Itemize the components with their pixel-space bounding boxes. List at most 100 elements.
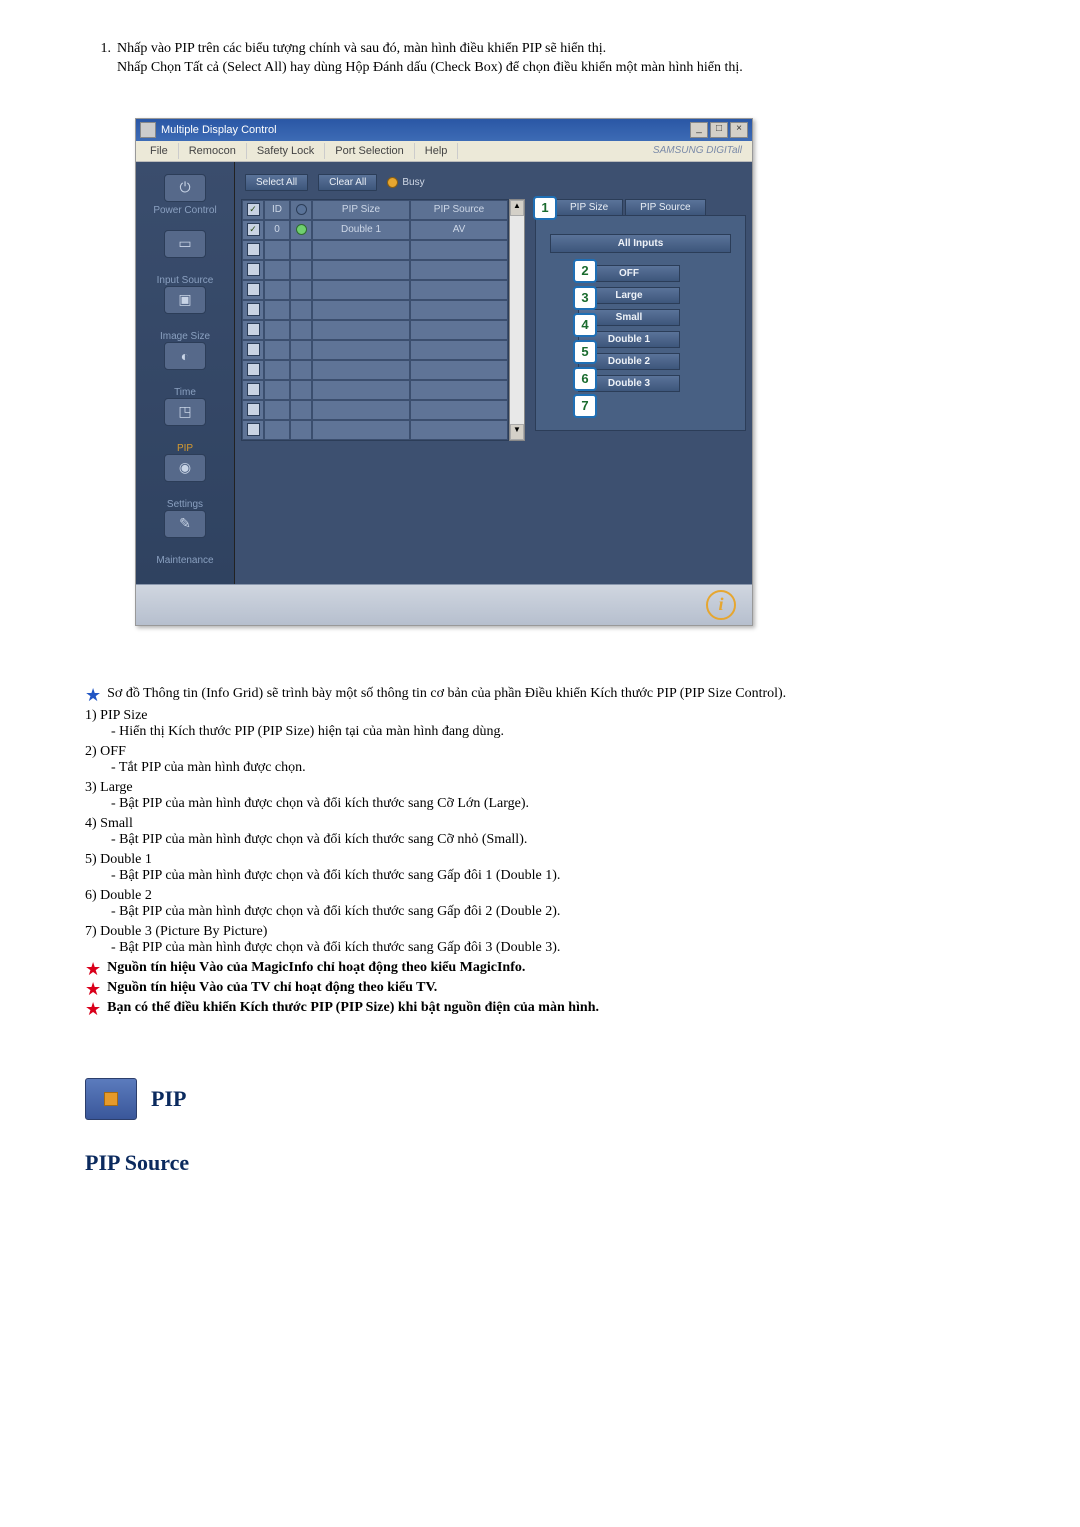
power-icon: ⏻ [164,174,206,202]
callout-7: 7 [573,394,597,418]
close-button[interactable]: × [730,122,748,138]
row-checkbox[interactable] [247,343,260,356]
pip-heading: PIP [85,1078,995,1120]
menu-help[interactable]: Help [415,143,459,159]
sidebar-item-maintenance[interactable]: Maintenance [136,551,234,576]
section-heading-pip-source: PIP Source [85,1150,995,1176]
menu-safety-lock[interactable]: Safety Lock [247,143,325,159]
remote-icon: ▭ [164,230,206,258]
sidebar-item-settings[interactable]: Settings ✎ [136,495,234,551]
grid-scrollbar[interactable]: ▲ ▼ [509,199,525,441]
row-checkbox[interactable] [247,363,260,376]
desc-item-3: 3) Large - Bật PIP của màn hình được chọ… [85,780,995,812]
row-checkbox[interactable] [247,383,260,396]
sidebar-item-power-control[interactable]: ⏻ Power Control [136,170,234,226]
sidebar-item-image-size[interactable]: Image Size ◐ [136,327,234,383]
menu-remocon[interactable]: Remocon [179,143,247,159]
intro-note: ★ Sơ đồ Thông tin (Info Grid) sẽ trình b… [85,686,995,704]
grid-row[interactable] [242,360,508,380]
maximize-button[interactable]: □ [710,122,728,138]
select-all-button[interactable]: Select All [245,174,308,191]
row-checkbox[interactable] [247,263,260,276]
star-icon: ★ [85,686,101,704]
callout-2: 2 [573,259,597,283]
callout-4: 4 [573,313,597,337]
callout-3: 3 [573,286,597,310]
titlebar: Multiple Display Control _ □ × [136,119,752,141]
status-dot-icon [296,224,307,235]
note-2: ★ Nguồn tín hiệu Vào của TV chỉ hoạt độn… [85,980,995,998]
pip-heading-icon [85,1078,137,1120]
star-icon: ★ [85,960,101,978]
grid-row[interactable] [242,400,508,420]
grid-header-status [290,200,312,220]
callout-6: 6 [573,367,597,391]
scroll-up-icon[interactable]: ▲ [510,200,524,216]
grid-row[interactable] [242,260,508,280]
info-grid: ✓ ID PIP Size PIP Source ✓ 0 Double 1 AV [241,199,509,441]
tab-pip-source[interactable]: PIP Source [625,199,705,215]
settings-icon: ✎ [164,510,206,538]
desc-item-5: 5) Double 1 - Bật PIP của màn hình được … [85,852,995,884]
minimize-button[interactable]: _ [690,122,708,138]
clear-all-button[interactable]: Clear All [318,174,377,191]
window-title: Multiple Display Control [161,124,688,136]
time-icon: ◳ [164,398,206,426]
desc-item-2: 2) OFF - Tắt PIP của màn hình được chọn. [85,744,995,776]
grid-header-source: PIP Source [410,200,508,220]
desc-item-4: 4) Small - Bật PIP của màn hình được chọ… [85,816,995,848]
instruction-number: 1. [85,40,117,59]
desc-item-6: 6) Double 2 - Bật PIP của màn hình được … [85,888,995,920]
row-checkbox[interactable] [247,283,260,296]
menubar: File Remocon Safety Lock Port Selection … [136,141,752,162]
row-checkbox[interactable]: ✓ [247,223,260,236]
grid-header-id: ID [264,200,290,220]
sidebar-item-input-source[interactable]: Input Source ▣ [136,271,234,327]
brand-label: SAMSUNG DIGITall [653,145,748,156]
menu-file[interactable]: File [140,143,179,159]
input-source-icon: ▣ [164,286,206,314]
instruction-line-1: Nhấp vào PIP trên các biểu tượng chính v… [117,40,995,59]
sidebar-item-remote[interactable]: ▭ [136,226,234,271]
info-icon[interactable]: i [706,590,736,620]
row-checkbox[interactable] [247,323,260,336]
sidebar-item-time[interactable]: Time ◳ [136,383,234,439]
grid-header-check[interactable]: ✓ [242,200,264,220]
app-window: Multiple Display Control _ □ × File Remo… [135,118,753,626]
grid-row[interactable] [242,420,508,440]
star-icon: ★ [85,1000,101,1018]
grid-row[interactable] [242,280,508,300]
sidebar-item-pip[interactable]: PIP ◉ [136,439,234,495]
row-checkbox[interactable] [247,303,260,316]
star-icon: ★ [85,980,101,998]
main-area: Select All Clear All Busy ✓ ID PIP Size [235,162,752,584]
row-checkbox[interactable] [247,403,260,416]
busy-indicator: Busy [387,177,424,188]
image-size-icon: ◐ [164,342,206,370]
instruction-list: 1. Nhấp vào PIP trên các biểu tượng chín… [85,40,995,78]
grid-row[interactable]: ✓ 0 Double 1 AV [242,220,508,240]
grid-row[interactable] [242,380,508,400]
grid-row[interactable] [242,240,508,260]
desc-item-1: 1) PIP Size - Hiển thị Kích thước PIP (P… [85,708,995,740]
callout-1: 1 [533,196,557,220]
pip-icon: ◉ [164,454,206,482]
row-checkbox[interactable] [247,243,260,256]
desc-item-7: 7) Double 3 (Picture By Picture) - Bật P… [85,924,995,956]
scroll-down-icon[interactable]: ▼ [510,424,524,440]
grid-row[interactable] [242,340,508,360]
grid-header-size: PIP Size [312,200,410,220]
busy-dot-icon [387,177,398,188]
sidebar: ⏻ Power Control ▭ Input Source ▣ Image S… [136,162,235,584]
callout-5: 5 [573,340,597,364]
tab-pip-size[interactable]: PIP Size [555,199,623,215]
grid-row[interactable] [242,320,508,340]
grid-row[interactable] [242,300,508,320]
right-panel: PIP Size PIP Source All Inputs OFF Large… [533,199,746,441]
instruction-line-2: Nhấp Chọn Tất cả (Select All) hay dùng H… [117,59,995,78]
row-checkbox[interactable] [247,423,260,436]
statusbar: i [136,584,752,625]
menu-port-selection[interactable]: Port Selection [325,143,414,159]
all-inputs-button[interactable]: All Inputs [550,234,731,253]
note-1: ★ Nguồn tín hiệu Vào của MagicInfo chỉ h… [85,960,995,978]
